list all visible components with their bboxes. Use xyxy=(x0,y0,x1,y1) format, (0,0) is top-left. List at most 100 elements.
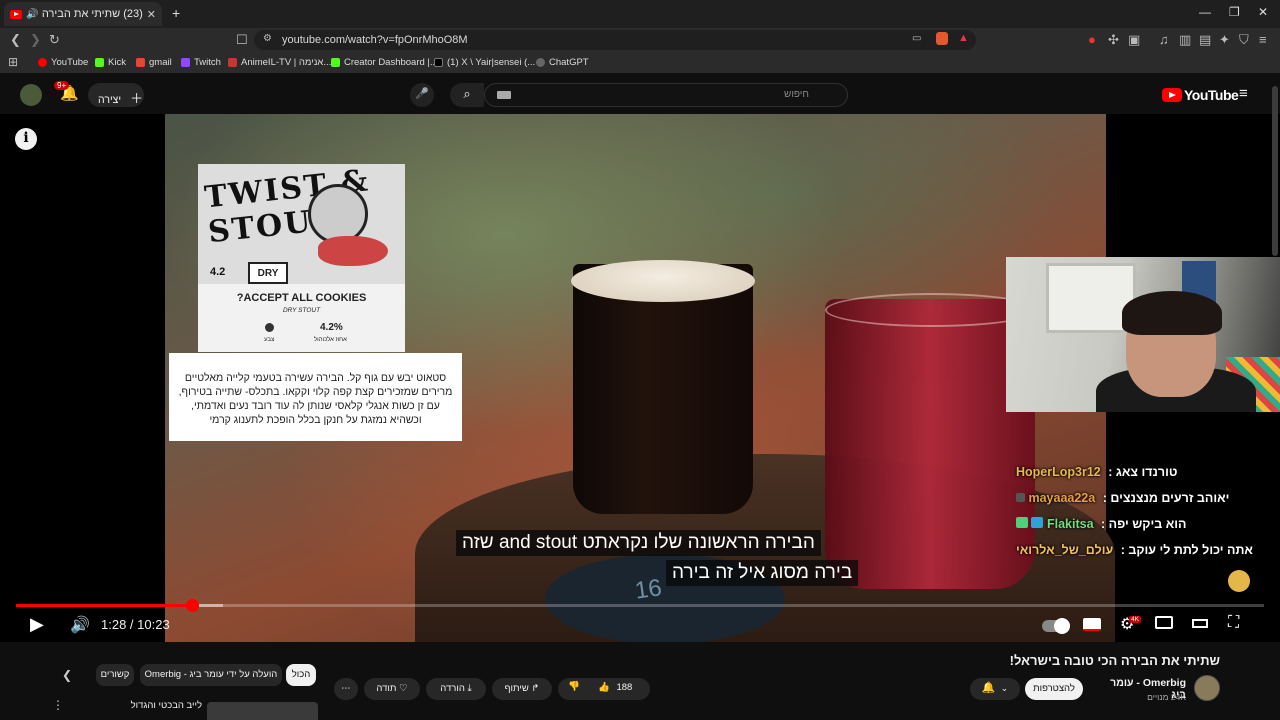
scrubber-handle[interactable] xyxy=(185,599,199,612)
volume-icon[interactable]: 🔊 xyxy=(70,615,90,635)
browser-tab-bar: 🔊 (23) שתיתי את הבירה הכי טו ✕ + — ❐ ✕ xyxy=(0,0,1280,28)
fullscreen-icon[interactable]: ⛶ xyxy=(1228,614,1239,632)
video-info: שתיתי את הבירה הכי טובה בישראל! Omerbig … xyxy=(0,642,1280,720)
red-beer-glass xyxy=(825,293,1039,589)
plus-icon: ＋ xyxy=(130,91,144,106)
progress-bar[interactable] xyxy=(16,599,1264,612)
stout-glass xyxy=(571,260,755,514)
share-button[interactable]: ↱ שיתוף xyxy=(492,678,552,700)
animeil-icon xyxy=(228,58,237,67)
theater-mode-icon[interactable] xyxy=(1192,619,1208,628)
video-title: שתיתי את הבירה הכי טובה בישראל! xyxy=(1009,653,1220,668)
subscribe-button[interactable]: להצטרפות xyxy=(1025,678,1083,700)
extension-red-icon[interactable]: ● xyxy=(1088,32,1096,47)
beer-label-art: TWIST & STOUT 4.2 DRY xyxy=(198,164,405,284)
forward-icon[interactable]: ❯ xyxy=(30,32,41,48)
wallet-icon[interactable]: ▤ xyxy=(1199,32,1211,48)
chat-message: הוא ביקש יפה : Flakitsa xyxy=(1016,517,1186,531)
share-icon: ↱ xyxy=(531,683,540,694)
abv-label: אחוז אלכוהול xyxy=(314,337,347,343)
chat-message: יאוהב זרעים מנצנצים : mayaaa22a xyxy=(1016,491,1229,505)
bookmark-x[interactable]: (1) X \ Yair|sensei (... xyxy=(434,57,535,68)
new-tab-icon[interactable]: + xyxy=(172,5,180,21)
voice-search-icon[interactable]: 🎤 xyxy=(410,83,434,107)
chat-badge-icon xyxy=(1031,517,1044,528)
notification-badge: 9+ xyxy=(54,81,70,90)
sidebar-icon[interactable]: ▥ xyxy=(1179,32,1191,48)
url-field[interactable]: ⚙ youtube.com/watch?v=fpOnrMhoO8M ▭ ▲ xyxy=(254,30,976,50)
minimize-icon[interactable]: — xyxy=(1199,5,1211,19)
channel-avatar[interactable] xyxy=(1194,675,1220,701)
chip-all[interactable]: הכול xyxy=(286,664,316,686)
dislike-button[interactable]: 👎 xyxy=(568,681,580,692)
emote-icon xyxy=(1228,570,1250,592)
info-icon[interactable]: i xyxy=(15,128,37,150)
recommended-video-title[interactable]: לייב הבכטי והגדול xyxy=(128,700,202,711)
search-placeholder: חיפוש xyxy=(784,89,809,100)
create-label: יצירה xyxy=(98,94,122,106)
beer-name: ?ACCEPT ALL COOKIES xyxy=(236,292,367,304)
page-scrollbar[interactable] xyxy=(1272,86,1278,256)
more-actions-button[interactable]: ⋯ xyxy=(334,678,358,700)
color-label: צבע xyxy=(264,337,275,343)
browser-menu-icon[interactable]: ≡ xyxy=(1259,32,1267,47)
search-button[interactable]: ⌕ xyxy=(450,83,484,107)
chips-scroll-left-icon[interactable]: ❮ xyxy=(62,668,72,682)
create-button[interactable]: יצירה ＋ xyxy=(88,83,144,107)
bookmark-gmail[interactable]: gmail xyxy=(136,57,172,68)
brave-shield-icon[interactable] xyxy=(936,32,948,45)
vpn-icon[interactable]: ⛉ xyxy=(1239,32,1249,48)
leo-ai-icon[interactable]: ✦ xyxy=(1219,32,1230,48)
keyboard-icon[interactable] xyxy=(497,91,511,99)
more-vert-icon[interactable]: ⋮ xyxy=(52,698,64,712)
browser-tab[interactable]: 🔊 (23) שתיתי את הבירה הכי טו ✕ xyxy=(4,2,162,26)
streamer-hair xyxy=(1122,291,1222,335)
extensions-icon[interactable]: ✣ xyxy=(1108,32,1119,48)
media-icon[interactable]: ♫ xyxy=(1159,32,1169,47)
miniplayer-icon[interactable] xyxy=(1155,616,1173,629)
youtube-favicon-icon xyxy=(10,9,22,19)
search-input[interactable]: חיפוש xyxy=(484,83,848,107)
back-icon[interactable]: ❮ xyxy=(10,32,21,48)
screenshot-icon[interactable]: ▣ xyxy=(1128,32,1140,48)
bookmark-chatgpt[interactable]: ChatGPT xyxy=(536,57,589,68)
audio-icon[interactable]: 🔊 xyxy=(26,9,38,20)
video-player[interactable]: 16 TWIST & STOUT 4.2 DRY ?ACCEPT ALL COO… xyxy=(0,114,1280,642)
site-info-icon[interactable]: ⚙ xyxy=(263,33,272,44)
download-button[interactable]: ⤓ הורדה xyxy=(426,678,486,700)
brave-rewards-icon[interactable]: ▲ xyxy=(958,32,969,44)
apps-grid-icon[interactable]: ⊞ xyxy=(8,55,18,69)
reload-icon[interactable]: ↻ xyxy=(49,32,60,48)
bookmark-youtube[interactable]: YouTube xyxy=(38,57,88,68)
download-icon: ⤓ xyxy=(467,683,472,694)
subtitles-icon[interactable] xyxy=(1083,618,1101,631)
twitch-icon xyxy=(181,58,190,67)
notification-bell-button[interactable]: 🔔 ⌄ xyxy=(970,678,1020,700)
tab-close-icon[interactable]: ✕ xyxy=(147,8,156,21)
bookmark-animeil[interactable]: AnimeIL-TV | אנימה... xyxy=(228,57,331,68)
bookmark-twitch[interactable]: Twitch xyxy=(181,57,221,68)
thanks-button[interactable]: ♡ תודה xyxy=(364,678,420,700)
bookmark-kick[interactable]: Kick xyxy=(95,57,126,68)
webcam-overlay xyxy=(1006,257,1280,412)
chip-uploaded-by[interactable]: הועלה על ידי עומר ביג - Omerbig xyxy=(140,664,282,686)
chip-related[interactable]: קשורים xyxy=(96,664,134,686)
bell-icon: 🔔 xyxy=(981,682,996,694)
download-label: הורדה xyxy=(440,683,465,694)
recommended-video-thumbnail[interactable] xyxy=(207,702,318,720)
bookmark-icon[interactable]: ☐ xyxy=(236,32,248,48)
avatar[interactable] xyxy=(20,84,42,106)
chat-message: טורנדו צאג : HoperLop3r12 xyxy=(1016,465,1178,479)
window-close-icon[interactable]: ✕ xyxy=(1258,5,1268,19)
like-button[interactable]: 188 👍 xyxy=(598,682,632,693)
youtube-logo[interactable]: YouTube xyxy=(1162,87,1239,103)
play-icon[interactable]: ▶ xyxy=(30,614,44,635)
hamburger-menu-icon[interactable]: ≡ xyxy=(1239,85,1248,102)
guitar-icon xyxy=(318,236,388,266)
share-label: שיתוף xyxy=(504,683,529,694)
chevron-down-icon: ⌄ xyxy=(1000,683,1009,693)
bookmark-creator-dashboard[interactable]: Creator Dashboard |... xyxy=(331,57,438,68)
cast-icon[interactable]: ▭ xyxy=(912,33,921,44)
autoplay-toggle[interactable] xyxy=(1042,618,1070,634)
restore-icon[interactable]: ❐ xyxy=(1229,5,1240,19)
